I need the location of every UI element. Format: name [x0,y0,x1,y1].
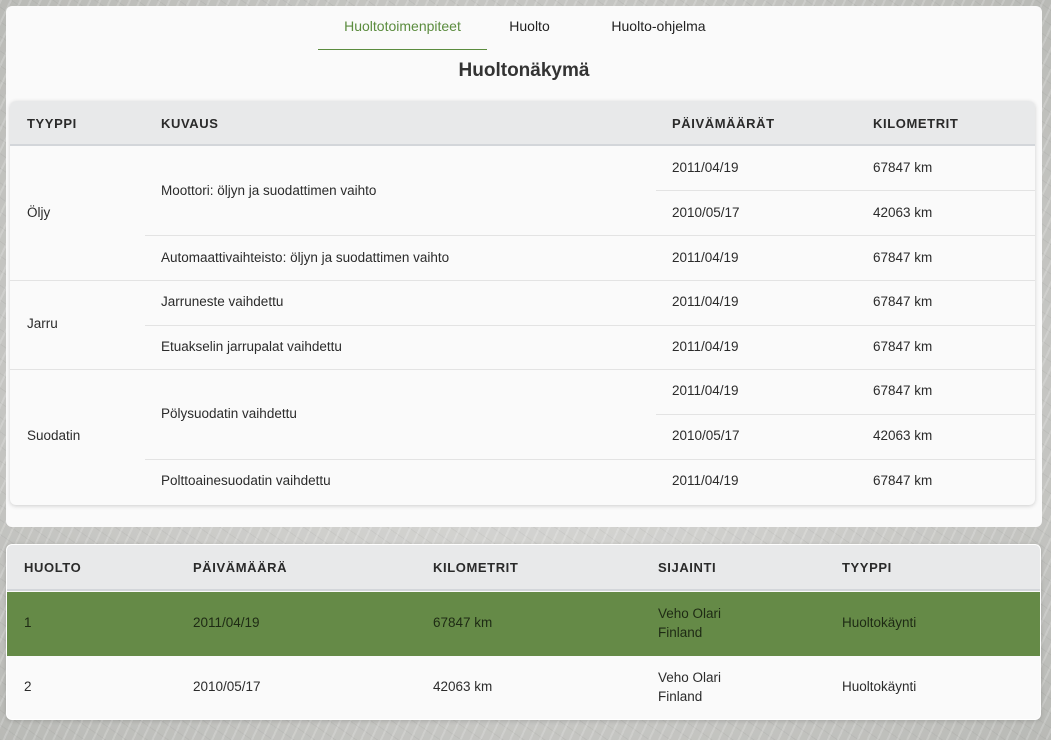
km-cell: 42063 km [873,428,933,443]
service-type-cell: Huoltokäynti [842,615,917,630]
km-cell: 67847 km [873,294,933,309]
tab-bar: Huoltotoimenpiteet Huolto Huolto-ohjelma [6,6,1042,50]
row-divider [656,190,1035,191]
date-cell: 2010/05/17 [672,428,740,443]
location-name: Veho Olari [658,606,722,621]
column-header-kilometers[interactable]: KILOMETRIT [873,116,958,131]
location-country: Finland [658,625,703,640]
type-cell: Jarru [27,316,58,331]
tab-huoltotoimenpiteet[interactable]: Huoltotoimenpiteet [318,16,487,50]
service-km-cell: 42063 km [433,679,493,694]
service-date-cell: 2010/05/17 [193,679,261,694]
description-cell: Automaattivaihteisto: öljyn ja suodattim… [161,250,450,265]
service-date-cell: 2011/04/19 [193,615,260,630]
service-location-cell: Veho Olari Finland [658,604,721,642]
tab-huolto-ohjelma[interactable]: Huolto-ohjelma [596,16,721,50]
column-header-type[interactable]: TYYPPI [842,560,892,575]
column-header-kilometers[interactable]: KILOMETRIT [433,560,518,575]
type-cell: Öljy [27,205,51,220]
description-cell: Polttoainesuodatin vaihdettu [161,473,331,488]
row-divider [145,459,1035,460]
description-cell: Pölysuodatin vaihdettu [161,406,297,421]
location-country: Finland [658,689,703,704]
date-cell: 2010/05/17 [672,205,740,220]
km-cell: 67847 km [873,383,933,398]
maintenance-panel: Huoltotoimenpiteet Huolto Huolto-ohjelma… [6,6,1042,527]
description-cell: Moottori: öljyn ja suodattimen vaihto [161,183,377,198]
row-divider [145,325,1035,326]
service-type-cell: Huoltokäynti [842,679,917,694]
column-header-date[interactable]: PÄIVÄMÄÄRÄ [193,560,287,575]
group-divider [10,369,1035,370]
row-divider [145,235,1035,236]
date-cell: 2011/04/19 [672,294,739,309]
km-cell: 67847 km [873,339,933,354]
table-header: TYYPPI KUVAUS PÄIVÄMÄÄRÄT KILOMETRIT [10,101,1035,146]
date-cell: 2011/04/19 [672,339,739,354]
page-title: Huoltonäkymä [458,60,590,81]
group-divider [10,280,1035,281]
km-cell: 67847 km [873,160,933,175]
date-cell: 2011/04/19 [672,473,739,488]
service-km-cell: 67847 km [433,615,493,630]
column-header-dates[interactable]: PÄIVÄMÄÄRÄT [672,116,775,131]
service-row[interactable]: 1 2011/04/19 67847 km Veho Olari Finland… [7,592,1040,656]
row-divider [656,414,1035,415]
column-header-service[interactable]: HUOLTO [24,560,81,575]
maintenance-table: TYYPPI KUVAUS PÄIVÄMÄÄRÄT KILOMETRIT Ölj… [10,101,1035,505]
km-cell: 67847 km [873,473,933,488]
date-cell: 2011/04/19 [672,160,739,175]
column-header-description[interactable]: KUVAUS [161,116,219,131]
column-header-type[interactable]: TYYPPI [27,116,77,131]
date-cell: 2011/04/19 [672,383,739,398]
km-cell: 42063 km [873,205,933,220]
service-id-cell: 1 [24,615,32,630]
km-cell: 67847 km [873,250,933,265]
service-id-cell: 2 [24,679,32,694]
services-table-header: HUOLTO PÄIVÄMÄÄRÄ KILOMETRIT SIJAINTI TY… [7,545,1040,591]
description-cell: Jarruneste vaihdettu [161,294,284,309]
service-row[interactable]: 2 2010/05/17 42063 km Veho Olari Finland… [7,656,1040,719]
tab-huolto[interactable]: Huolto [493,16,566,50]
date-cell: 2011/04/19 [672,250,739,265]
service-location-cell: Veho Olari Finland [658,668,721,706]
column-header-location[interactable]: SIJAINTI [658,560,716,575]
services-panel: HUOLTO PÄIVÄMÄÄRÄ KILOMETRIT SIJAINTI TY… [6,544,1041,720]
location-name: Veho Olari [658,670,722,685]
type-cell: Suodatin [27,428,81,443]
description-cell: Etuakselin jarrupalat vaihdettu [161,339,342,354]
